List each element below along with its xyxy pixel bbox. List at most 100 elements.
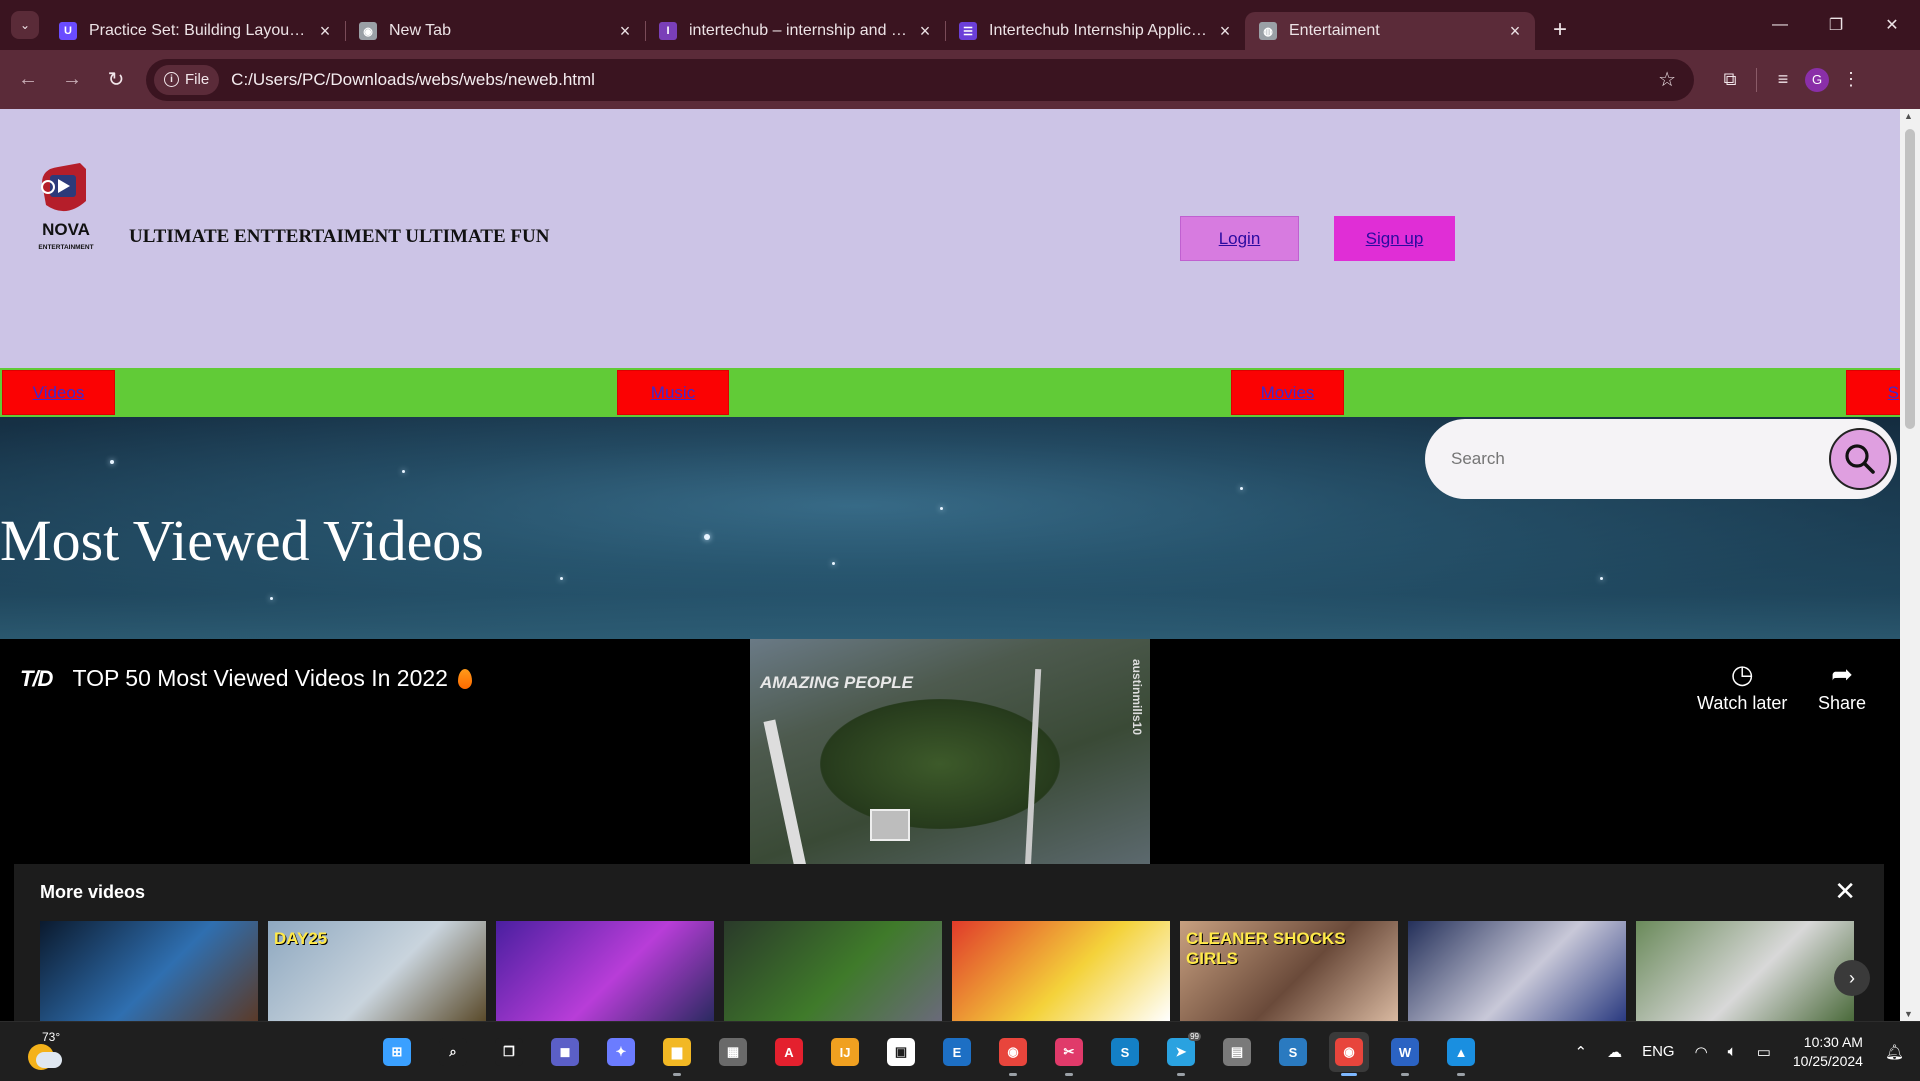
wifi-icon[interactable]: ◠ [1695, 1043, 1708, 1061]
tab-title: intertechub – internship and tec [689, 22, 907, 39]
battery-icon[interactable]: ▭ [1757, 1043, 1771, 1061]
back-icon[interactable]: ← [6, 58, 50, 102]
signup-button[interactable]: Sign up [1334, 216, 1455, 261]
notification-bell-icon[interactable]: 🔔︎ [1885, 1043, 1904, 1061]
close-tab-icon[interactable]: × [315, 21, 335, 42]
close-tab-icon[interactable]: × [615, 21, 635, 42]
video-thumbnail[interactable] [1408, 921, 1626, 1021]
volume-icon[interactable]: 🔈︎ [1728, 1043, 1737, 1060]
clock[interactable]: 10:30 AM 10/25/2024 [1793, 1033, 1863, 1071]
browser-tab[interactable]: ☰ Intertechub Internship Applicati × [945, 12, 1245, 50]
video-thumbnail[interactable]: DAY25 [268, 921, 486, 1021]
archive-taskbar-button[interactable]: ▤ [1217, 1032, 1257, 1072]
extensions-icon[interactable]: ⧉ [1708, 58, 1752, 102]
weather-widget[interactable]: 73° [26, 1030, 66, 1072]
video-frame[interactable]: AMAZING PEOPLE austinmills10 [750, 639, 1150, 869]
video-thumbnail[interactable]: CLEANER SHOCKS GIRLS [1180, 921, 1398, 1021]
sway-taskbar-button[interactable]: S [1273, 1032, 1313, 1072]
share-button[interactable]: ➦ Share [1818, 659, 1866, 714]
tab-search-button[interactable]: ⌄ [11, 11, 39, 39]
address-bar[interactable]: i File C:/Users/PC/Downloads/webs/webs/n… [146, 58, 1694, 101]
chevron-up-icon[interactable]: ⌃ [1574, 1043, 1587, 1061]
search-taskbar-button[interactable]: ⌕ [433, 1032, 473, 1072]
next-arrow-icon[interactable]: › [1834, 960, 1870, 996]
autocad-taskbar-button[interactable]: A [769, 1032, 809, 1072]
running-indicator [1009, 1073, 1017, 1076]
temperature: 73° [42, 1030, 61, 1044]
browser-tab[interactable]: Iintertechub – internship and tec × [645, 12, 946, 50]
nav-clipped-item[interactable]: S [1846, 370, 1900, 415]
onedrive-icon[interactable]: ☁ [1607, 1043, 1622, 1061]
browser-tab[interactable]: U Practice Set: Building Layouts - × [45, 12, 346, 50]
menu-kebab-icon[interactable]: ⋮ [1829, 58, 1873, 102]
telegram-taskbar-button[interactable]: ➤ 99 [1161, 1032, 1201, 1076]
close-window-icon[interactable]: ✕ [1864, 0, 1920, 50]
file-explorer-taskbar-button[interactable]: ▆ [657, 1032, 697, 1076]
chrome-taskbar-button[interactable]: ◉ [993, 1032, 1033, 1076]
forward-icon[interactable]: → [50, 58, 94, 102]
chrome-profile-taskbar-button[interactable]: ◉ [1329, 1032, 1369, 1076]
new-tab-button[interactable]: + [1553, 16, 1567, 44]
close-tab-icon[interactable]: × [915, 21, 935, 42]
intellij-taskbar-button[interactable]: IJ [825, 1032, 865, 1072]
close-icon[interactable]: ✕ [1834, 876, 1856, 907]
sharepoint-taskbar-button[interactable]: S [1105, 1032, 1145, 1072]
meet-icon: ◼ [551, 1038, 579, 1066]
word-taskbar-button[interactable]: W [1385, 1032, 1425, 1076]
favicon-icon: ◉ [359, 22, 377, 40]
clock-time: 10:30 AM [1803, 1033, 1863, 1050]
url-text[interactable]: C:/Users/PC/Downloads/webs/webs/neweb.ht… [231, 70, 595, 90]
snipping-taskbar-button[interactable]: ✂ [1049, 1032, 1089, 1076]
frame-watermark: AMAZING PEOPLE [760, 673, 914, 692]
search-button[interactable] [1829, 428, 1891, 490]
profile-avatar[interactable]: G [1805, 67, 1829, 92]
info-icon: i [164, 72, 179, 87]
video-player[interactable]: AMAZING PEOPLE austinmills10 T/D TOP 50 … [0, 639, 1900, 1021]
star-decoration [1240, 487, 1243, 490]
store-taskbar-button[interactable]: ▣ [881, 1032, 921, 1072]
outlook-taskbar-button[interactable]: E [937, 1032, 977, 1072]
login-button[interactable]: Login [1180, 216, 1299, 261]
bookmark-star-icon[interactable]: ☆ [1658, 67, 1676, 92]
scroll-down-icon[interactable]: ▼ [1904, 1009, 1913, 1019]
video-thumbnail[interactable] [1636, 921, 1854, 1021]
start-taskbar-button[interactable]: ⊞ [377, 1032, 417, 1072]
browser-tab[interactable]: ◍ Entertaiment × [1245, 12, 1535, 50]
notification-badge: 99 [1188, 1032, 1201, 1041]
site-info-chip[interactable]: i File [154, 64, 220, 95]
search-input[interactable] [1451, 449, 1791, 469]
minimize-icon[interactable]: — [1752, 0, 1808, 50]
media-controls-icon[interactable]: ≡ [1761, 58, 1805, 102]
photos-taskbar-button[interactable]: ▲ [1441, 1032, 1481, 1076]
browser-tab[interactable]: ◉ New Tab × [345, 12, 646, 50]
channel-logo[interactable]: T/D [20, 666, 53, 692]
video-title[interactable]: TOP 50 Most Viewed Videos In 2022 [72, 665, 448, 692]
watch-later-button[interactable]: ◷ Watch later [1697, 659, 1787, 714]
video-thumbnail[interactable] [496, 921, 714, 1021]
scrollbar-thumb[interactable] [1905, 129, 1915, 429]
running-indicator [1401, 1073, 1409, 1076]
nav-music[interactable]: Music [617, 370, 729, 415]
meet-taskbar-button[interactable]: ◼ [545, 1032, 585, 1072]
restore-icon[interactable]: ❐ [1808, 0, 1864, 50]
calculator-taskbar-button[interactable]: ▦ [713, 1032, 753, 1072]
language-indicator[interactable]: ENG [1642, 1043, 1675, 1060]
nova-logo: NOVA ENTERTAINMENT [38, 163, 94, 251]
scroll-up-icon[interactable]: ▲ [1904, 111, 1913, 121]
thumbnail-caption: DAY25 [274, 929, 328, 948]
close-tab-icon[interactable]: × [1505, 21, 1525, 42]
page-scrollbar[interactable]: ▲ ▼ [1900, 109, 1920, 1021]
copilot-taskbar-button[interactable]: ✦ [601, 1032, 641, 1072]
thumbnail-caption: CLEANER SHOCKS GIRLS [1186, 929, 1346, 968]
video-thumbnail[interactable] [724, 921, 942, 1021]
page-title: Most Viewed Videos [0, 508, 484, 573]
video-thumbnail[interactable] [40, 921, 258, 1021]
video-thumbnail[interactable] [952, 921, 1170, 1021]
nav-videos[interactable]: Videos [2, 370, 115, 415]
task-view-taskbar-button[interactable]: ❐ [489, 1032, 529, 1072]
window-controls: — ❐ ✕ [1752, 0, 1920, 50]
close-tab-icon[interactable]: × [1215, 21, 1235, 42]
reload-icon[interactable]: ↻ [94, 58, 138, 102]
nav-movies[interactable]: Movies [1231, 370, 1344, 415]
page-viewport: NOVA ENTERTAINMENT ULTIMATE ENTTERTAIMEN… [0, 109, 1900, 1021]
